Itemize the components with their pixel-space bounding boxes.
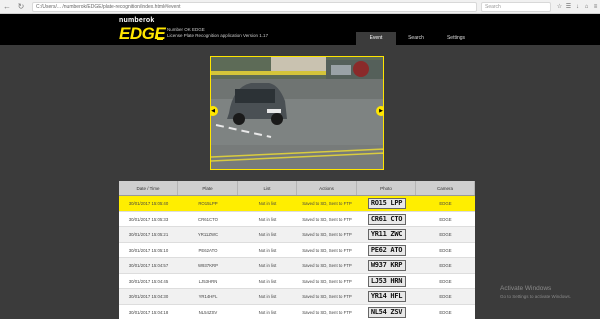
- cell-photo: YR14 HFL: [357, 289, 416, 304]
- browser-search-input[interactable]: Search: [481, 1, 551, 12]
- browser-toolbar: ← ↻ C:/Users/... /numberok/EDGE/plate-re…: [0, 0, 600, 14]
- menu-icon[interactable]: ≡: [591, 0, 600, 14]
- cell-datetime: 30/01/2017 15:04:57: [128, 263, 169, 268]
- cell-action: Saved to SD, Sent to FTP: [302, 247, 352, 253]
- cell-plate: W937KRP: [197, 263, 219, 268]
- tab-event[interactable]: Event: [356, 32, 396, 45]
- cell-camera: EDGE: [439, 232, 452, 237]
- watermark-title: Activate Windows: [500, 285, 552, 292]
- activation-watermark: Activate Windows Go to Settings to activ…: [500, 285, 571, 299]
- main-tabs: Event Search Settings: [356, 32, 476, 45]
- cell-action: Saved to SD, Sent to FTP: [302, 309, 352, 315]
- column-datetime[interactable]: Date / Time: [119, 181, 178, 195]
- cell-plate: YR11ZWC: [197, 232, 219, 237]
- table-row[interactable]: 30/01/2017 15:05:40 RO15LPP Not in list …: [119, 196, 475, 212]
- cell-list: Not in list: [258, 247, 277, 253]
- cell-plate: PE62ATO: [198, 247, 218, 253]
- cell-action: Saved to SD, Sent to FTP: [302, 232, 352, 237]
- plate-image[interactable]: PE62 ATO: [367, 244, 406, 256]
- table-row[interactable]: 30/01/2017 15:05:21 YR11ZWC Not in list …: [119, 227, 475, 243]
- app-description: License Plate Recognition application Ve…: [167, 33, 269, 38]
- cell-photo: NL54 ZSV: [357, 305, 416, 319]
- cell-datetime: 30/01/2017 15:04:45: [128, 278, 169, 284]
- cell-camera: EDGE: [439, 263, 452, 268]
- cell-list: Not in list: [258, 232, 277, 237]
- plate-image[interactable]: YR14 HFL: [367, 291, 406, 302]
- events-table: Date / Time Plate List Actions Photo Cam…: [119, 181, 475, 319]
- cell-datetime: 30/01/2017 15:05:10: [128, 247, 169, 253]
- watermark-subtitle: Go to Settings to activate Windows.: [500, 294, 572, 299]
- cell-plate: YR14HFL: [198, 294, 218, 299]
- cell-datetime: 30/01/2017 15:04:30: [128, 294, 169, 299]
- cell-photo: CR61 CTO: [357, 212, 416, 227]
- plate-image[interactable]: LJ53 HRN: [367, 275, 406, 287]
- next-frame-icon[interactable]: ▶: [376, 106, 383, 116]
- cell-list: Not in list: [258, 216, 277, 222]
- table-row[interactable]: 30/01/2017 15:05:10 PE62ATO Not in list …: [119, 242, 475, 258]
- cell-action: Saved to SD, Sent to FTP: [302, 201, 352, 206]
- table-header: Date / Time Plate List Actions Photo Cam…: [119, 181, 475, 196]
- cell-camera: EDGE: [439, 247, 452, 253]
- app-name: Number OK EDGE: [167, 27, 205, 32]
- column-camera[interactable]: Camera: [416, 181, 475, 195]
- download-icon[interactable]: ↓: [573, 0, 582, 14]
- cell-list: Not in list: [258, 309, 277, 315]
- table-row[interactable]: 30/01/2017 15:04:45 LJ53HRN Not in list …: [119, 273, 475, 289]
- address-bar[interactable]: C:/Users/... /numberok/EDGE/plate-recogn…: [32, 1, 477, 12]
- camera-view: ◀ ▶: [210, 56, 384, 170]
- column-plate[interactable]: Plate: [178, 181, 238, 195]
- cell-plate: LJ53HRN: [198, 278, 218, 284]
- cell-list: Not in list: [258, 278, 277, 284]
- cell-action: Saved to SD, Sent to FTP: [302, 278, 352, 284]
- refresh-icon[interactable]: ↻: [14, 0, 28, 14]
- cell-list: Not in list: [258, 294, 277, 299]
- cell-photo: PE62 ATO: [357, 243, 416, 258]
- star-icon[interactable]: ☆: [555, 0, 564, 14]
- cell-datetime: 30/01/2017 15:05:21: [128, 232, 169, 237]
- cell-camera: EDGE: [439, 201, 452, 206]
- plate-image[interactable]: W937 KRP: [367, 260, 406, 271]
- back-icon[interactable]: ←: [0, 0, 14, 14]
- cell-datetime: 30/01/2017 15:04:18: [128, 309, 169, 315]
- cell-camera: EDGE: [439, 278, 452, 284]
- bookmarks-icon[interactable]: ☰: [564, 0, 573, 14]
- table-row[interactable]: 30/01/2017 15:05:33 CR61CTO Not in list …: [119, 211, 475, 227]
- cell-photo: YR11 ZWC: [357, 227, 416, 242]
- cell-photo: RO15 LPP: [357, 196, 416, 211]
- tab-search[interactable]: Search: [396, 32, 436, 45]
- street-scene-image: [211, 57, 383, 169]
- cell-action: Saved to SD, Sent to FTP: [302, 263, 352, 268]
- cell-photo: W937 KRP: [357, 258, 416, 273]
- cell-datetime: 30/01/2017 15:05:40: [128, 201, 169, 206]
- cell-camera: EDGE: [439, 216, 452, 222]
- cell-camera: EDGE: [439, 309, 452, 315]
- cell-action: Saved to SD, Sent to FTP: [302, 294, 352, 299]
- plate-image[interactable]: CR61 CTO: [367, 213, 406, 225]
- plate-image[interactable]: YR11 ZWC: [367, 229, 406, 240]
- tab-settings[interactable]: Settings: [436, 32, 476, 45]
- table-row[interactable]: 30/01/2017 15:04:18 NL54ZSV Not in list …: [119, 304, 475, 319]
- cell-camera: EDGE: [439, 294, 452, 299]
- brand-mark-icon: [157, 31, 163, 40]
- brand-top-text: numberok: [119, 17, 155, 24]
- cell-action: Saved to SD, Sent to FTP: [302, 216, 352, 222]
- cell-plate: RO15LPP: [198, 201, 218, 206]
- table-row[interactable]: 30/01/2017 15:04:30 YR14HFL Not in list …: [119, 289, 475, 305]
- column-actions[interactable]: Actions: [297, 181, 357, 195]
- app-header: numberok EDGE Number OK EDGE License Pla…: [0, 14, 600, 45]
- plate-image[interactable]: NL54 ZSV: [367, 306, 406, 318]
- home-icon[interactable]: ⌂: [582, 0, 591, 14]
- cell-photo: LJ53 HRN: [357, 274, 416, 289]
- cell-plate: NL54ZSV: [198, 309, 218, 315]
- column-photo[interactable]: Photo: [357, 181, 416, 195]
- cell-list: Not in list: [258, 263, 277, 268]
- plate-image[interactable]: RO15 LPP: [367, 198, 406, 209]
- column-list[interactable]: List: [238, 181, 297, 195]
- cell-list: Not in list: [258, 201, 277, 206]
- table-row[interactable]: 30/01/2017 15:04:57 W937KRP Not in list …: [119, 258, 475, 274]
- cell-datetime: 30/01/2017 15:05:33: [128, 216, 169, 222]
- cell-plate: CR61CTO: [198, 216, 218, 222]
